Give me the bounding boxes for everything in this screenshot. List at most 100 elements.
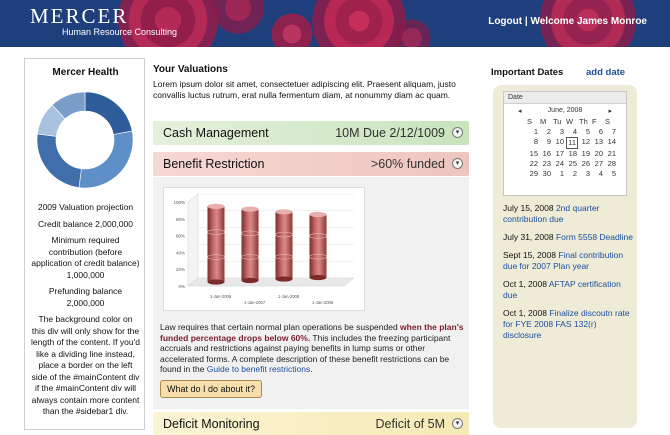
weekday-label: S <box>527 117 533 126</box>
calendar-day[interactable]: 1 <box>527 127 539 137</box>
chevron-down-icon[interactable]: ▾ <box>452 127 463 138</box>
deficit-monitoring-label: Deficit Monitoring <box>163 417 260 431</box>
decor-circle <box>266 8 318 47</box>
prev-month-icon[interactable]: ◂ <box>518 107 522 115</box>
date-item-link[interactable]: Form 5558 Deadline <box>556 232 633 242</box>
calendar-day[interactable]: 30 <box>540 169 552 179</box>
calendar-day[interactable]: 28 <box>605 159 617 169</box>
calendar-day[interactable]: 2 <box>566 169 578 179</box>
chart-ytick-label: 60% <box>176 234 185 239</box>
add-date-link[interactable]: add date <box>586 67 625 78</box>
weekday-label: Tu <box>553 117 562 126</box>
date-item-date: Oct 1, 2008 <box>503 279 547 289</box>
calendar-day[interactable]: 12 <box>579 137 591 149</box>
cash-management-bar[interactable]: Cash Management 10M Due 2/12/1009 ▾ <box>153 121 469 145</box>
chart-bar <box>241 206 259 284</box>
calendar-day[interactable]: 19 <box>579 149 591 159</box>
calendar-widget: Date ◂ June, 2008 ▸ S M Tu W Th F S 1 2 3 4 5 6 7 8 9 10… <box>503 91 627 196</box>
calendar-day[interactable]: 16 <box>540 149 552 159</box>
calendar-day[interactable]: 11 <box>566 137 578 149</box>
date-item-date: July 15, 2008 <box>503 203 554 213</box>
benefit-description: Law requires that certain normal plan op… <box>160 322 465 375</box>
calendar-day[interactable]: 7 <box>605 127 617 137</box>
donut-segment-1 <box>84 91 133 135</box>
chart-ytick-label: 80% <box>176 217 185 222</box>
calendar-day[interactable]: 22 <box>527 159 539 169</box>
main-content: Your Valuations Lorem ipsum dolor sit am… <box>153 64 471 101</box>
chevron-down-icon[interactable]: ▾ <box>452 418 463 429</box>
header-separator: | <box>524 16 528 27</box>
weekday-label: W <box>566 117 574 126</box>
calendar-day[interactable]: 3 <box>553 127 565 137</box>
guide-link[interactable]: Guide to benefit restrictions <box>207 364 310 374</box>
calendar-day[interactable]: 5 <box>605 169 617 179</box>
chart-wall <box>187 193 199 287</box>
calendar-month-bar: ◂ June, 2008 ▸ <box>504 104 626 115</box>
chart-xtick-label: 1-Jan-2008 <box>278 294 300 299</box>
calendar-day[interactable]: 10 <box>553 137 565 149</box>
deficit-monitoring-value: Deficit of 5M <box>375 417 445 431</box>
cash-management-label: Cash Management <box>163 126 269 140</box>
chart-xtick-label: 1-Jan-2006 <box>210 294 232 299</box>
cash-management-value: 10M Due 2/12/1009 <box>335 126 445 140</box>
calendar-day[interactable]: 15 <box>527 149 539 159</box>
calendar-day[interactable]: 2 <box>540 127 552 137</box>
calendar-day[interactable]: 20 <box>592 149 604 159</box>
valuation-projection-text: 2009 Valuation projection <box>37 202 134 212</box>
calendar-day[interactable]: 14 <box>605 137 617 149</box>
logo-title[interactable]: MERCER <box>30 4 128 29</box>
calendar-day[interactable]: 6 <box>592 127 604 137</box>
calendar-day[interactable]: 3 <box>579 169 591 179</box>
calendar-day[interactable]: 5 <box>579 127 591 137</box>
welcome-text: Welcome James Monroe <box>530 16 647 27</box>
benefit-text-end: . <box>310 364 313 375</box>
next-month-icon[interactable]: ▸ <box>608 107 612 115</box>
chevron-down-icon[interactable]: ▾ <box>452 158 463 169</box>
calendar-day[interactable]: 23 <box>540 159 552 169</box>
calendar-day[interactable]: 25 <box>566 159 578 169</box>
sidebar-note-text: The background color on this div will on… <box>31 314 140 416</box>
benefit-restriction-bar[interactable]: Benefit Restriction >60% funded ▾ <box>153 152 469 176</box>
calendar-day[interactable]: 18 <box>566 149 578 159</box>
chart-xtick-label: 1-Jan-2009 <box>312 300 334 305</box>
calendar-grid: S M Tu W Th F S 1 2 3 4 5 6 7 8 9 10 11 12 13 14 15 16 17 18 19 20… <box>504 117 626 179</box>
header-user-area: Logout | Welcome James Monroe <box>488 16 647 27</box>
chart-bar <box>275 209 293 282</box>
date-item: Sept 15, 2008 Final contribution due for… <box>503 250 633 272</box>
calendar-day[interactable]: 13 <box>592 137 604 149</box>
calendar-day[interactable]: 27 <box>592 159 604 169</box>
logo-subtitle: Human Resource Consulting <box>62 27 178 37</box>
calendar-day[interactable]: 4 <box>566 127 578 137</box>
calendar-day[interactable]: 17 <box>553 149 565 159</box>
date-item-date: Oct 1, 2008 <box>503 308 547 318</box>
calendar-day[interactable]: 1 <box>553 169 565 179</box>
weekday-label: F <box>592 117 597 126</box>
donut-segment-2 <box>78 130 134 189</box>
chart-ytick-label: 40% <box>176 250 185 255</box>
logout-link[interactable]: Logout <box>488 16 522 27</box>
chart-ytick-label: 100% <box>173 200 185 205</box>
important-dates-list: July 15, 2008 2nd quarter contribution d… <box>503 203 633 348</box>
deficit-monitoring-bar[interactable]: Deficit Monitoring Deficit of 5M ▾ <box>153 412 469 435</box>
calendar-header: Date <box>504 92 626 104</box>
header-banner: MERCER Human Resource Consulting Logout … <box>0 0 670 47</box>
date-item: July 15, 2008 2nd quarter contribution d… <box>503 203 633 225</box>
date-item: Oct 1, 2008 AFTAP certification due <box>503 279 633 301</box>
calendar-day[interactable]: 24 <box>553 159 565 169</box>
calendar-day[interactable]: 8 <box>527 137 539 149</box>
minimum-contribution-text: Minimum required contribution (before ap… <box>31 235 140 280</box>
calendar-day[interactable]: 26 <box>579 159 591 169</box>
date-item-date: July 31, 2008 <box>503 232 554 242</box>
funded-bar-chart: 0% 20% 40% 60% 80% 100% 1-Jan-2006 1-Jan-2007 1-… <box>173 193 355 305</box>
what-do-i-do-button[interactable]: What do I do about it? <box>160 380 262 398</box>
calendar-day[interactable]: 29 <box>527 169 539 179</box>
calendar-day[interactable]: 21 <box>605 149 617 159</box>
important-dates-panel: Date ◂ June, 2008 ▸ S M Tu W Th F S 1 2 3 4 5 6 7 8 9 10… <box>493 85 637 428</box>
prefunding-balance-text: Prefunding balance 2,000,000 <box>48 286 123 308</box>
calendar-day[interactable]: 4 <box>592 169 604 179</box>
calendar-day[interactable]: 9 <box>540 137 552 149</box>
credit-balance-text: Credit balance 2,000,000 <box>38 218 133 229</box>
date-item-date: Sept 15, 2008 <box>503 250 556 260</box>
intro-text: Lorem ipsum dolor sit amet, consectetuer… <box>153 79 456 100</box>
sidebar: Mercer Health 2009 Valuation projection … <box>24 58 145 430</box>
